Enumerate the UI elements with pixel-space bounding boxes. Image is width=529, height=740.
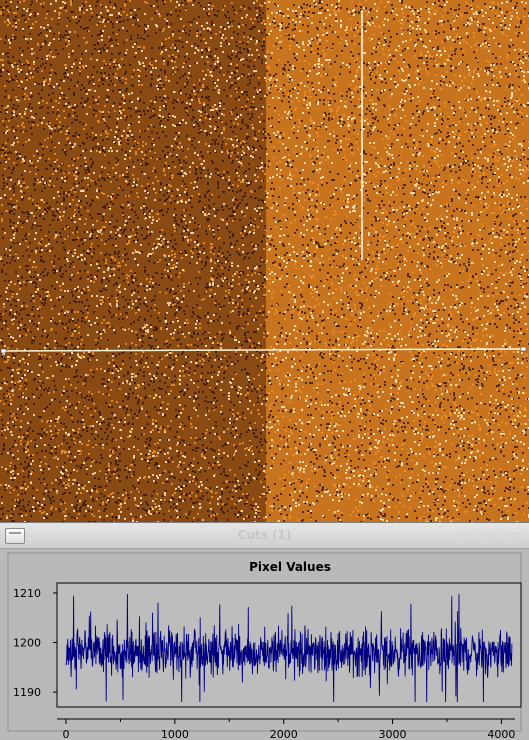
maximize-button[interactable]: + <box>484 527 502 544</box>
cut-handle-right[interactable] <box>520 346 527 352</box>
x-tick-label: 2000 <box>270 728 298 740</box>
x-tick-label: 4000 <box>487 728 515 740</box>
x-tick-label: 3000 <box>379 728 407 740</box>
cuts-titlebar[interactable]: Cuts (1) ^ + ✕ <box>0 523 529 549</box>
right-region <box>266 0 529 522</box>
image-view[interactable] <box>0 0 529 522</box>
y-tick-label: 1190 <box>13 686 41 699</box>
cut-handle-left[interactable] <box>0 348 7 354</box>
chart-title: Pixel Values <box>249 560 331 574</box>
x-tick-label: 0 <box>63 728 70 740</box>
noise-image[interactable] <box>0 0 529 522</box>
shade-button[interactable]: ^ <box>460 527 478 544</box>
y-tick-label: 1210 <box>13 587 41 600</box>
close-button[interactable]: ✕ <box>508 527 526 544</box>
x-tick-label: 1000 <box>161 728 189 740</box>
cuts-plot: Pixel Values 1190 1200 1210 0 1000 2000 3000 40… <box>0 549 529 740</box>
pixel-values-chart: Pixel Values 1190 1200 1210 0 1000 2000 3000 40… <box>7 552 522 740</box>
window-title: Cuts (1) <box>237 528 292 542</box>
cuts-window: Cuts (1) ^ + ✕ Pixel Values 1190 1200 1210… <box>0 522 529 740</box>
y-tick-label: 1200 <box>13 637 41 650</box>
